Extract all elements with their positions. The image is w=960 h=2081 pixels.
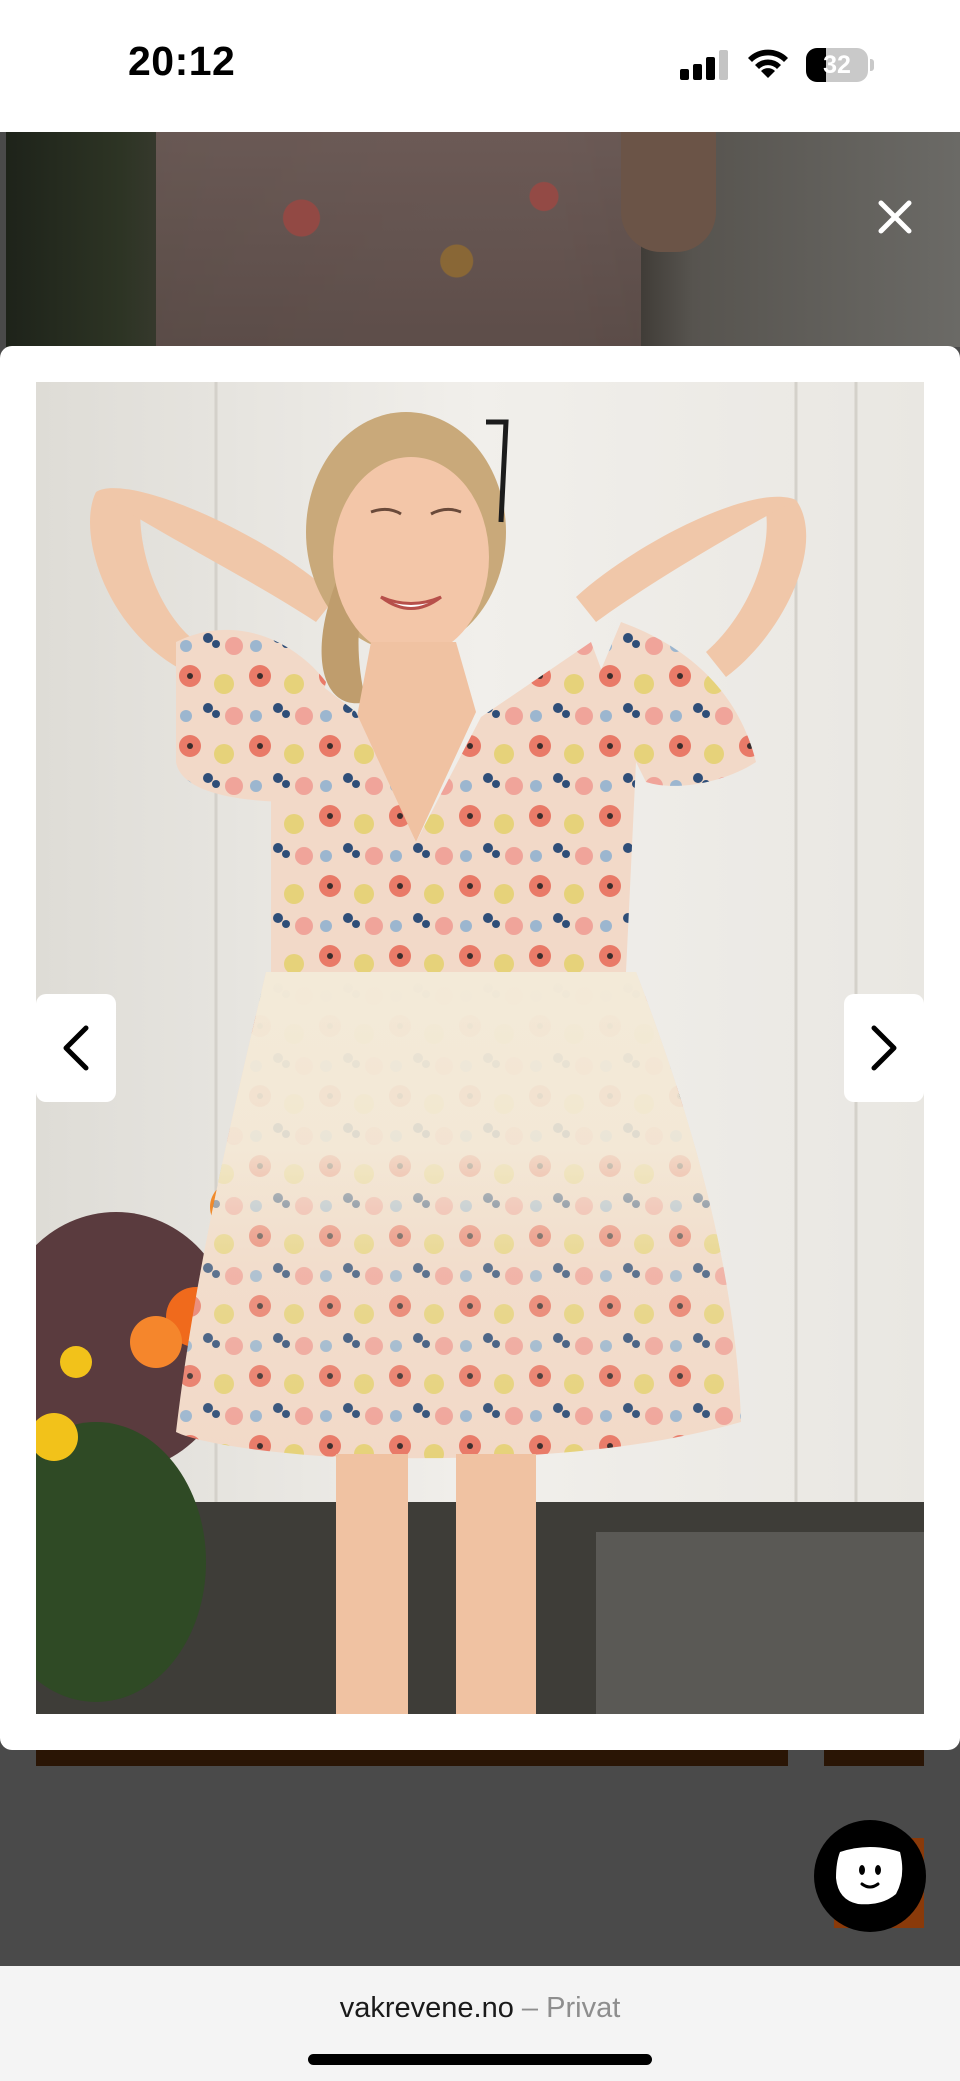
- close-button[interactable]: [868, 190, 922, 244]
- status-time: 20:12: [128, 38, 236, 84]
- close-icon: [878, 200, 912, 234]
- chevron-left-icon: [63, 1025, 89, 1071]
- address-domain: vakrevene.no: [339, 1992, 514, 2024]
- private-mode-label: Privat: [546, 1992, 621, 2024]
- chat-face-icon: [836, 1847, 903, 1905]
- wifi-icon: [746, 46, 790, 80]
- status-bar: 20:12 32: [0, 0, 960, 132]
- address-separator: –: [521, 1992, 539, 2024]
- address-display: vakrevene.no – Privat: [0, 1992, 960, 2025]
- battery-percent: 32: [823, 51, 851, 79]
- chevron-right-icon: [871, 1025, 897, 1071]
- battery-icon: 32: [806, 48, 874, 82]
- signal-icon: [680, 50, 730, 80]
- chat-widget-button[interactable]: [814, 1820, 926, 1932]
- home-indicator[interactable]: [308, 2054, 652, 2065]
- background-product-photo: [6, 132, 960, 347]
- previous-image-button[interactable]: [36, 994, 116, 1102]
- next-image-button[interactable]: [844, 994, 924, 1102]
- product-image[interactable]: [36, 382, 924, 1714]
- product-photo: [36, 382, 924, 1714]
